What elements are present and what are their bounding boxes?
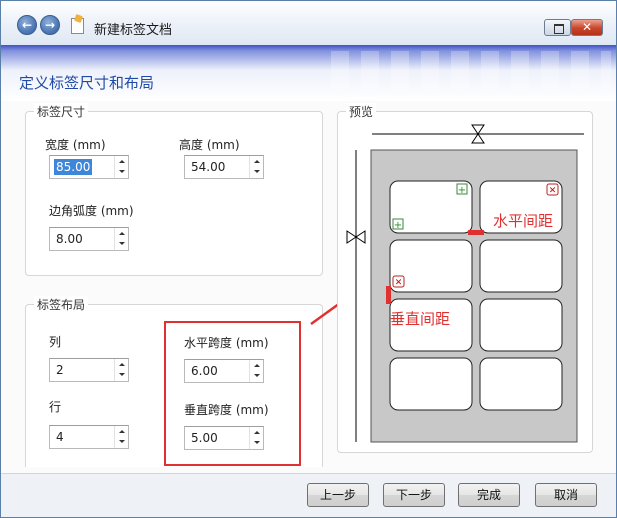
close-x-icon-glyph: ✕ [549,186,557,196]
vertical-gap-annotation: 垂直间距 [390,310,451,328]
columns-stepper[interactable] [49,358,129,382]
preview-label-cell [479,298,563,352]
rows-input[interactable] [50,426,114,448]
spin-down-icon[interactable] [250,167,263,178]
group-title-size: 标签尺寸 [34,103,89,120]
close-x-icon-glyph: ✕ [395,278,403,288]
rows-label: 行 [49,400,62,414]
top-gauge-marker-lower[interactable] [471,133,485,144]
preview-canvas: + + ✕ ✕ [346,124,584,443]
width-input[interactable] [54,159,92,175]
vertical-spacing-stepper[interactable] [184,426,264,450]
left-gauge-marker-right[interactable] [355,230,366,244]
next-button[interactable]: 下一步 [383,483,445,507]
height-stepper[interactable] [184,155,264,179]
close-button[interactable]: ✕ [571,19,603,36]
restore-button[interactable] [544,19,571,36]
group-title-layout: 标签布局 [34,296,89,313]
spin-down-icon[interactable] [250,438,263,449]
spin-up-icon[interactable] [250,156,263,167]
window-title: 新建标签文档 [94,23,173,38]
horizontal-gap-annotation: 水平间距 [493,212,554,230]
preview-group: 预览 + + ✕ ✕ 水平间距 垂直间距 [337,103,593,453]
preview-label-cell [479,357,563,411]
horizontal-gap-marker [468,230,484,235]
cancel-button[interactable]: 取消 [535,483,597,507]
title-bar: ← → 新建标签文档 ✕ [1,1,616,45]
spin-down-icon[interactable] [115,437,128,448]
prev-button[interactable]: 上一步 [307,483,369,507]
columns-label: 列 [49,335,62,349]
corner-radius-label: 边角弧度 (mm) [49,204,134,218]
height-label: 高度 (mm) [179,138,240,152]
horizontal-spacing-stepper[interactable] [184,359,264,383]
horizontal-spacing-input[interactable] [185,360,249,382]
preview-label-cell [389,357,473,411]
spin-up-icon[interactable] [115,228,128,239]
height-input[interactable] [185,156,249,178]
width-label: 宽度 (mm) [45,138,106,152]
spin-down-icon[interactable] [115,239,128,250]
spin-up-icon[interactable] [115,426,128,437]
vertical-gap-marker [386,286,391,304]
wizard-header: 定义标签尺寸和布局 [1,45,616,101]
document-icon [71,18,84,34]
vertical-spacing-label: 垂直跨度 (mm) [184,403,269,417]
top-gauge-marker[interactable] [471,124,485,135]
back-arrow-icon[interactable]: ← [17,15,37,35]
page-title: 定义标签尺寸和布局 [19,74,155,92]
corner-radius-stepper[interactable] [49,227,129,251]
spin-up-icon[interactable] [115,359,128,370]
vertical-spacing-input[interactable] [185,427,249,449]
finish-button[interactable]: 完成 [458,483,520,507]
width-stepper[interactable] [49,155,129,179]
horizontal-spacing-label: 水平跨度 (mm) [184,336,269,350]
wizard-window: ← → 新建标签文档 ✕ 定义标签尺寸和布局 标签尺寸 宽度 (mm) 高度 (… [0,0,617,518]
plus-icon-glyph: + [394,220,402,231]
header-watermark [331,51,611,91]
left-gauge-marker[interactable] [346,230,357,244]
forward-arrow-icon[interactable]: → [40,15,60,35]
corner-radius-input[interactable] [50,228,114,250]
spin-down-icon[interactable] [115,370,128,381]
spin-up-icon[interactable] [115,156,128,167]
spin-down-icon[interactable] [115,167,128,178]
spin-up-icon[interactable] [250,427,263,438]
rows-stepper[interactable] [49,425,129,449]
spin-down-icon[interactable] [250,371,263,382]
spin-up-icon[interactable] [250,360,263,371]
plus-icon-glyph: + [458,185,466,196]
preview-label-cell [479,239,563,293]
footer-bar: 上一步 下一步 完成 取消 [1,473,616,517]
columns-input[interactable] [50,359,114,381]
